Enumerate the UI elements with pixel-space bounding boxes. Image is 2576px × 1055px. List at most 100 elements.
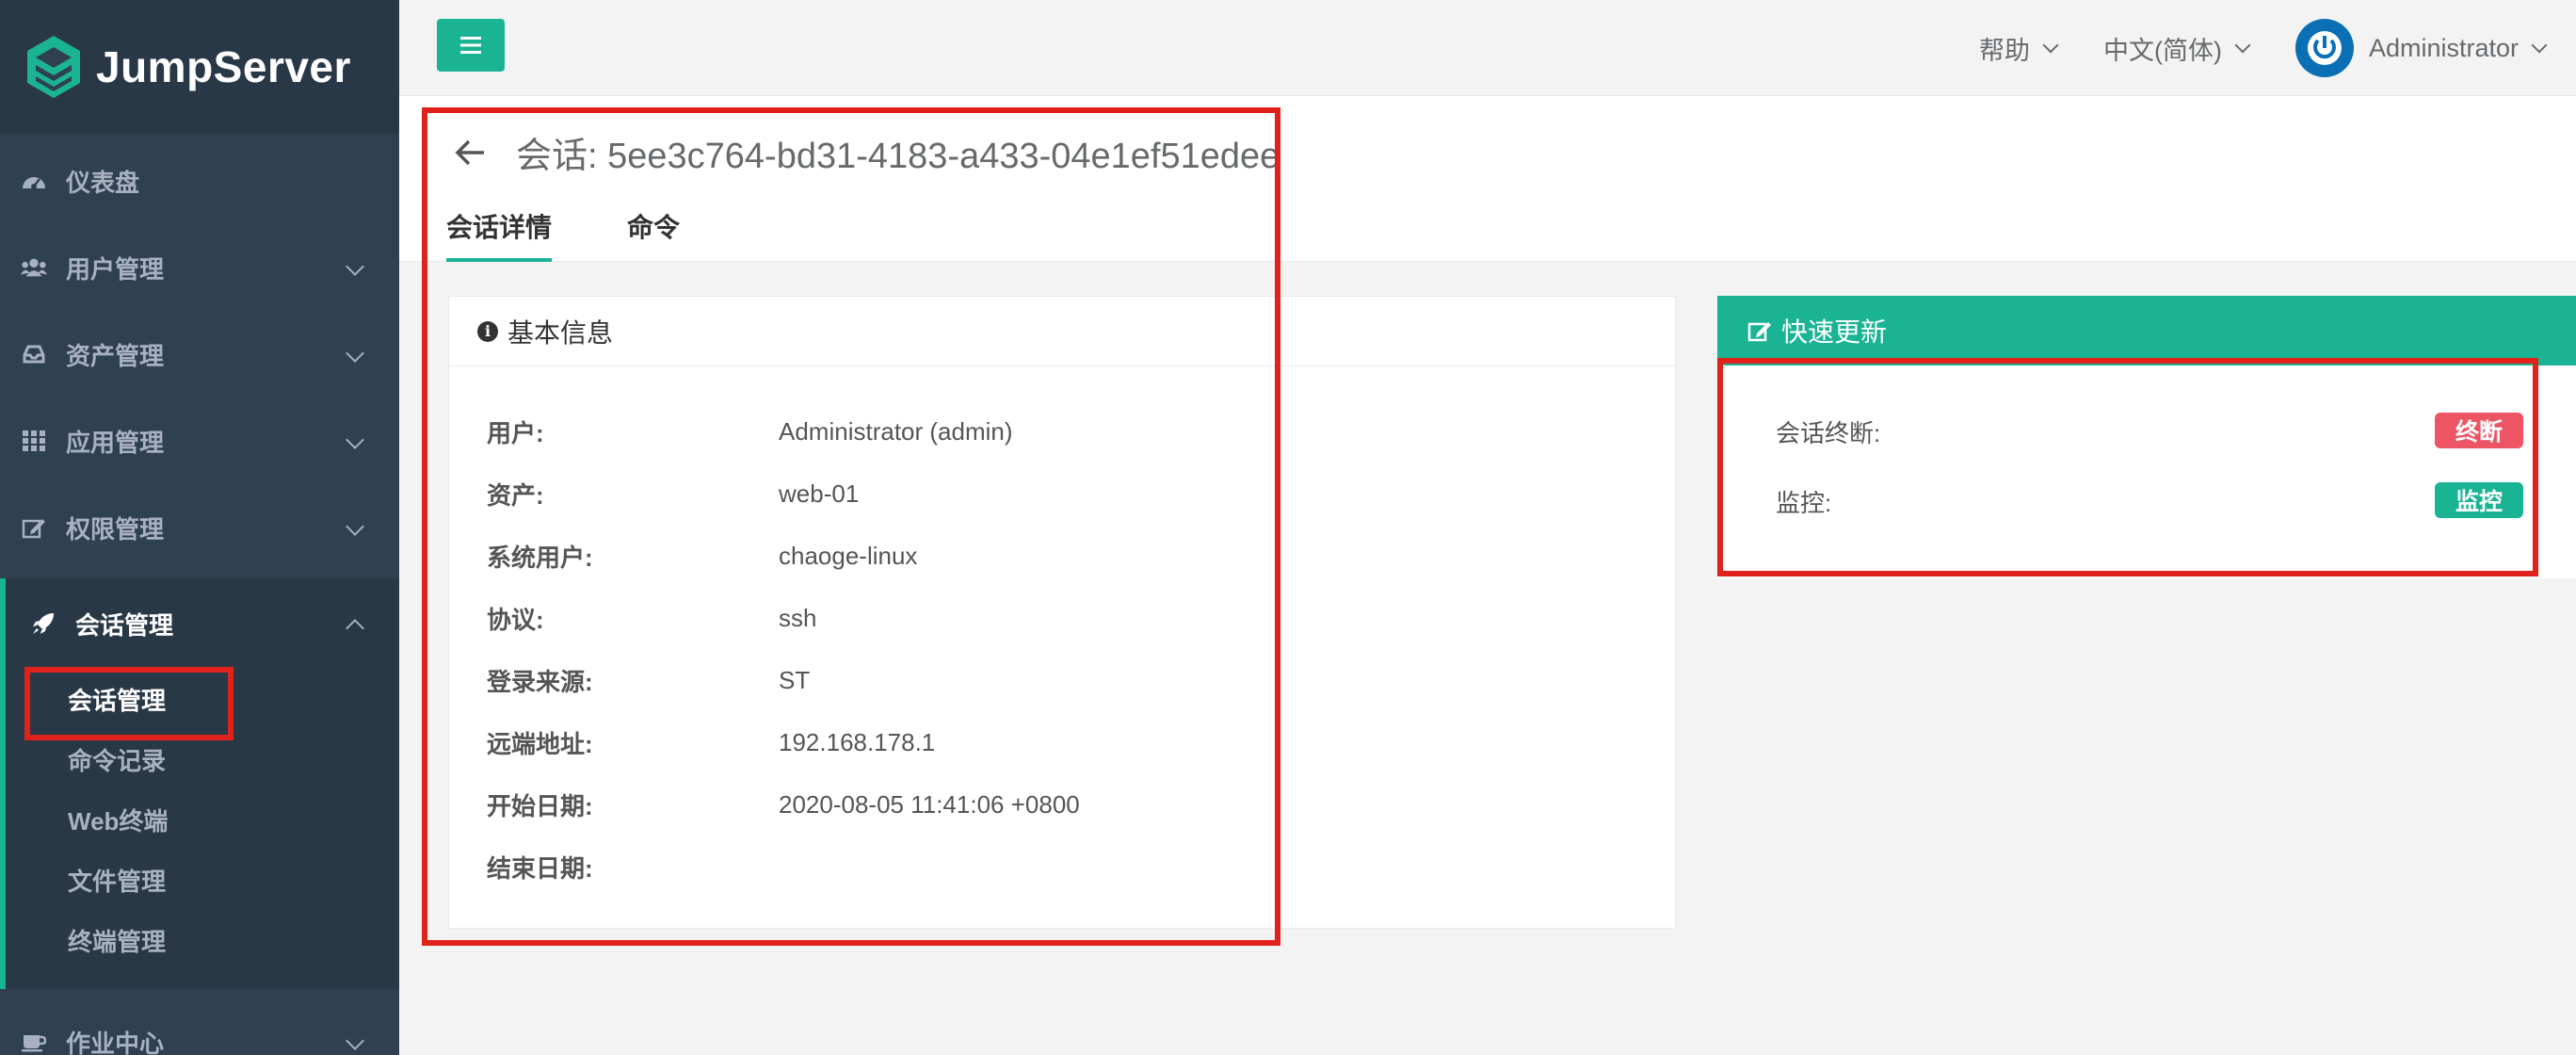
sidebar-item-permissions[interactable]: 权限管理 — [0, 484, 399, 571]
info-value: web-01 — [779, 479, 860, 508]
sidebar-item-dashboard[interactable]: 仪表盘 — [0, 138, 399, 224]
grid-icon — [21, 428, 47, 454]
chevron-down-icon — [346, 344, 364, 363]
tab-session-detail[interactable]: 会话详情 — [446, 207, 553, 262]
sessions-subnav: 会话管理 命令记录 Web终端 文件管理 终端管理 — [6, 667, 399, 970]
sidebar-group-sessions: 会话管理 会话管理 命令记录 Web终端 文件管理 终端管理 — [0, 578, 399, 989]
top-right-menu: 帮助 中文(简体) Administrator — [1979, 0, 2576, 96]
language-menu[interactable]: 中文(简体) — [2103, 30, 2251, 67]
info-value: Administrator (admin) — [779, 416, 1013, 446]
back-arrow-icon[interactable] — [452, 134, 490, 171]
edit-icon — [21, 514, 47, 541]
quick-update-panel: 快速更新 会话终断: 终断 监控: 监控 — [1717, 296, 2576, 578]
sidebar: JumpServer 仪表盘 用户管理 资产管理 应用管理 权限管理 会话管理 … — [0, 0, 399, 1055]
subnav-item-sessions[interactable]: 会话管理 — [6, 667, 399, 740]
basic-info-title: 基本信息 — [507, 317, 614, 348]
chevron-down-icon — [2042, 37, 2059, 54]
language-label: 中文(简体) — [2103, 36, 2222, 65]
sidebar-toggle-button[interactable] — [437, 19, 505, 72]
terminate-row: 会话终断: — [1776, 414, 1880, 449]
info-label: 结束日期: — [487, 853, 593, 883]
chevron-down-icon — [346, 517, 364, 536]
sidebar-item-label: 会话管理 — [75, 610, 174, 640]
info-label: 协议: — [487, 605, 544, 634]
info-row-date-start: 开始日期: 2020-08-05 11:41:06 +0800 — [487, 773, 1080, 836]
sidebar-item-jobs[interactable]: 作业中心 — [0, 998, 399, 1055]
info-row-user: 用户: Administrator (admin) — [487, 400, 1080, 463]
subnav-item-label: 会话管理 — [68, 686, 167, 715]
info-icon: i — [477, 320, 498, 342]
monitor-row: 监控: — [1776, 484, 1831, 519]
sidebar-item-label: 应用管理 — [66, 428, 165, 457]
quick-update-title: 快速更新 — [1781, 317, 1888, 347]
info-row-date-end: 结束日期: — [487, 836, 1080, 898]
sidebar-item-label: 仪表盘 — [66, 168, 140, 197]
avatar[interactable] — [2295, 19, 2354, 77]
info-row-remote-addr: 远端地址: 192.168.178.1 — [487, 711, 1080, 773]
rocket-icon — [30, 610, 56, 637]
sidebar-item-applications[interactable]: 应用管理 — [0, 398, 399, 484]
sidebar-item-label: 权限管理 — [66, 514, 165, 544]
terminate-button[interactable]: 终断 — [2435, 413, 2524, 448]
top-navbar: 帮助 中文(简体) Administrator — [399, 0, 2576, 96]
monitor-button[interactable]: 监控 — [2435, 482, 2524, 518]
basic-info-header: i 基本信息 — [449, 297, 1675, 366]
chevron-up-icon — [346, 619, 364, 638]
info-value: 2020-08-05 11:41:06 +0800 — [779, 789, 1080, 819]
info-value: ssh — [779, 603, 817, 632]
coffee-icon — [21, 1029, 47, 1055]
subnav-item-commands[interactable]: 命令记录 — [6, 729, 399, 789]
subnav-item-label: 终端管理 — [68, 927, 167, 956]
subnav-item-web-terminal[interactable]: Web终端 — [6, 789, 399, 850]
users-icon — [21, 254, 47, 281]
basic-info-table: 用户: Administrator (admin) 资产: web-01 系统用… — [487, 400, 1080, 898]
sidebar-item-label: 资产管理 — [66, 341, 165, 370]
monitor-label: 监控: — [1776, 489, 1832, 517]
help-menu[interactable]: 帮助 — [1979, 30, 2059, 67]
info-value: chaoge-linux — [779, 541, 918, 570]
edit-icon — [1747, 322, 1771, 342]
quick-update-header: 快速更新 — [1717, 296, 2576, 365]
subnav-item-label: Web终端 — [68, 806, 169, 836]
subnav-item-label: 文件管理 — [68, 867, 167, 896]
info-row-protocol: 协议: ssh — [487, 587, 1080, 649]
chevron-down-icon — [2531, 37, 2548, 54]
page-header: 会话: 5ee3c764-bd31-4183-a433-04e1ef51edee… — [399, 96, 2576, 262]
chevron-down-icon — [2234, 37, 2251, 54]
info-label: 用户: — [487, 418, 544, 447]
info-label: 资产: — [487, 480, 544, 510]
tab-bar: 会话详情 命令 — [446, 207, 755, 262]
jumpserver-logo-icon — [27, 36, 80, 98]
subnav-item-terminal-manager[interactable]: 终端管理 — [6, 910, 399, 970]
chevron-down-icon — [346, 1031, 364, 1050]
logo-area[interactable]: JumpServer — [0, 0, 399, 134]
info-label: 远端地址: — [487, 729, 593, 758]
chevron-down-icon — [346, 257, 364, 276]
info-label: 系统用户: — [487, 543, 593, 572]
app-name: JumpServer — [96, 42, 351, 91]
info-row-login-from: 登录来源: ST — [487, 649, 1080, 711]
user-menu[interactable]: Administrator — [2369, 34, 2576, 63]
sidebar-item-sessions[interactable]: 会话管理 — [6, 578, 399, 669]
inbox-icon — [21, 341, 47, 367]
info-value: 192.168.178.1 — [779, 727, 936, 756]
info-value: ST — [779, 665, 811, 694]
sidebar-item-users[interactable]: 用户管理 — [0, 224, 399, 311]
info-label: 登录来源: — [487, 667, 593, 696]
help-label: 帮助 — [1979, 36, 2031, 65]
chevron-down-icon — [346, 430, 364, 449]
sidebar-nav: 仪表盘 用户管理 资产管理 应用管理 权限管理 — [0, 138, 399, 571]
basic-info-panel: i 基本信息 用户: Administrator (admin) 资产: web… — [448, 296, 1676, 929]
subnav-item-file-manager[interactable]: 文件管理 — [6, 850, 399, 910]
terminate-label: 会话终断: — [1776, 419, 1881, 447]
sidebar-item-assets[interactable]: 资产管理 — [0, 311, 399, 398]
hamburger-icon — [460, 37, 481, 54]
info-label: 开始日期: — [487, 791, 593, 820]
dashboard-icon — [21, 168, 47, 194]
subnav-item-label: 命令记录 — [68, 746, 167, 775]
info-row-asset: 资产: web-01 — [487, 463, 1080, 525]
power-icon — [2308, 31, 2342, 65]
tab-commands[interactable]: 命令 — [627, 207, 680, 262]
page-title: 会话: 5ee3c764-bd31-4183-a433-04e1ef51edee — [516, 137, 1280, 176]
info-row-system-user: 系统用户: chaoge-linux — [487, 525, 1080, 587]
